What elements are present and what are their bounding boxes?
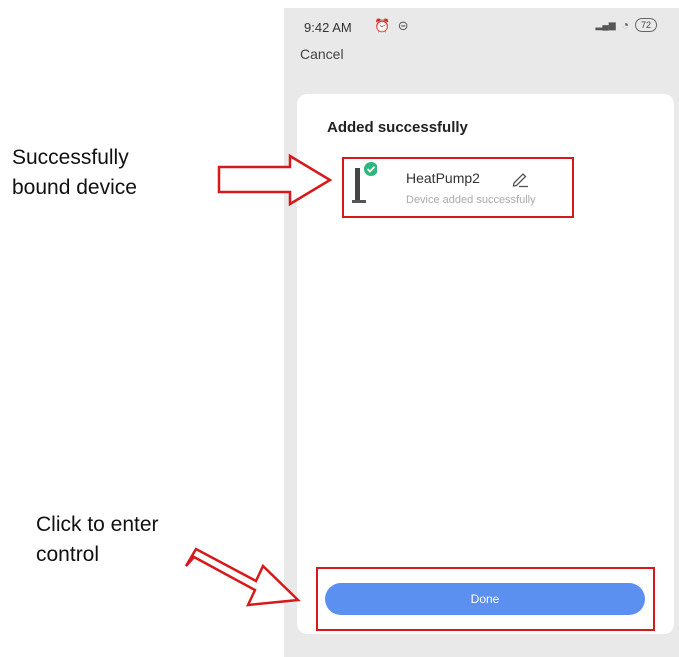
annotation-line: control	[36, 543, 100, 566]
status-bar: 9:42 AM ⏰ ⊝ ▂▄▆ ◔ 72	[284, 8, 679, 42]
annotation-line: bound device	[12, 176, 137, 199]
annotation-click-to-enter: Click to enter control	[36, 510, 159, 570]
highlight-box-device	[342, 157, 574, 218]
status-icons: ▂▄▆ ◔ 72	[595, 18, 657, 32]
highlight-box-done	[316, 567, 655, 631]
wifi-icon: ◔	[621, 18, 629, 32]
alarm-icon: ⏰ ⊝	[374, 18, 411, 33]
card-title: Added successfully	[327, 119, 468, 136]
battery-icon: 72	[634, 18, 657, 32]
signal-icon: ▂▄▆	[595, 19, 616, 30]
arrow-diagonal-icon	[184, 547, 301, 607]
phone-screen: 9:42 AM ⏰ ⊝ ▂▄▆ ◔ 72 Cancel Added succes…	[284, 8, 679, 657]
annotation-line: Successfully	[12, 146, 129, 169]
status-time: 9:42 AM	[304, 20, 352, 35]
cancel-button[interactable]: Cancel	[300, 46, 344, 62]
annotation-bound-device: Successfully bound device	[12, 143, 137, 203]
annotation-line: Click to enter	[36, 513, 159, 536]
